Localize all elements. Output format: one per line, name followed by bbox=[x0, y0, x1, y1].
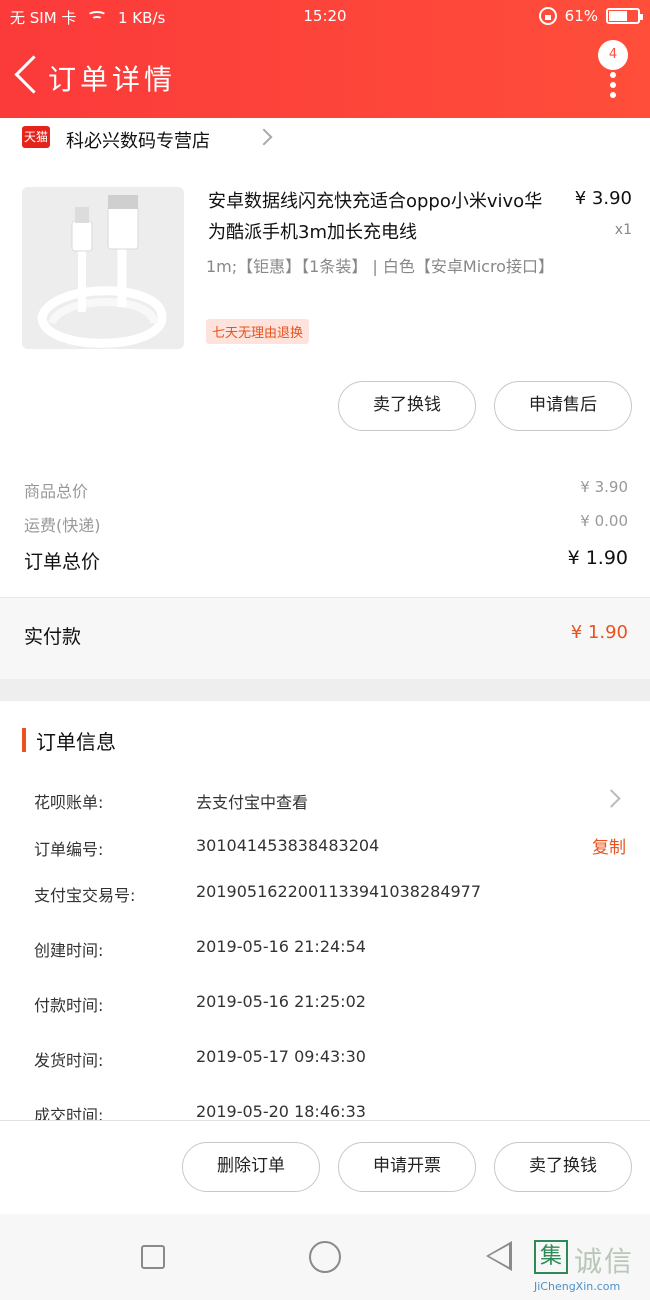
copy-button[interactable]: 复制 bbox=[592, 833, 626, 858]
shipped-time-value: 2019-05-17 09:43:30 bbox=[196, 1047, 366, 1066]
goods-total-label: 商品总价 bbox=[24, 482, 89, 501]
huabei-label: 花呗账单: bbox=[34, 793, 104, 812]
paid-amount-row: 实付款 ¥ 1.90 bbox=[0, 597, 650, 679]
shipping-value: ¥ 0.00 bbox=[580, 512, 628, 530]
created-time-value: 2019-05-16 21:24:54 bbox=[196, 937, 366, 956]
recent-apps-icon[interactable] bbox=[141, 1245, 165, 1269]
sell-exchange-bottom-button[interactable]: 卖了换钱 bbox=[494, 1142, 632, 1192]
battery-icon bbox=[606, 8, 643, 24]
app-header: 无 SIM 卡 1 KB/s 15:20 61% 订单详情 4 bbox=[0, 0, 650, 118]
order-number-value: 301041453838483204 bbox=[196, 836, 380, 855]
paid-time-value: 2019-05-16 21:25:02 bbox=[196, 992, 366, 1011]
alipay-trade-label: 支付宝交易号: bbox=[34, 886, 136, 905]
watermark-text: 诚信 bbox=[574, 1245, 635, 1278]
huabei-value[interactable]: 去支付宝中查看 bbox=[196, 789, 308, 813]
product-quantity: x1 bbox=[614, 222, 632, 238]
tmall-icon: 天猫 bbox=[22, 126, 50, 148]
rotation-lock-icon bbox=[538, 7, 557, 25]
order-total-value: ¥ 1.90 bbox=[567, 547, 628, 569]
battery-percent: 61% bbox=[564, 7, 598, 25]
usb-cable-illustration bbox=[22, 187, 184, 349]
section-divider bbox=[0, 679, 650, 701]
home-icon[interactable] bbox=[309, 1241, 341, 1273]
paid-value: ¥ 1.90 bbox=[570, 622, 628, 643]
product-title[interactable]: 安卓数据线闪充快充适合oppo小米vivo华为酷派手机3m加长充电线 bbox=[208, 186, 558, 248]
back-arrow-icon[interactable] bbox=[12, 56, 42, 94]
order-number-label: 订单编号: bbox=[34, 840, 104, 859]
back-triangle-icon[interactable] bbox=[486, 1241, 512, 1271]
shipped-time-label: 发货时间: bbox=[34, 1051, 104, 1070]
status-bar: 无 SIM 卡 1 KB/s 15:20 61% bbox=[0, 0, 650, 34]
goods-total-value: ¥ 3.90 bbox=[580, 478, 628, 496]
chevron-right-icon bbox=[255, 128, 273, 146]
bottom-action-bar: 删除订单 申请开票 卖了换钱 bbox=[0, 1120, 650, 1214]
return-policy-tag: 七天无理由退换 bbox=[206, 319, 310, 344]
order-total-label: 订单总价 bbox=[24, 551, 101, 573]
alipay-trade-value: 2019051622001133941038284977 bbox=[196, 882, 482, 901]
order-info-title: 订单信息 bbox=[36, 730, 116, 754]
system-nav-bar: 集 诚信 JiChengXin.com bbox=[0, 1214, 650, 1300]
shop-row[interactable]: 天猫 科必兴数码专营店 bbox=[0, 118, 650, 160]
more-menu-button[interactable]: 4 bbox=[596, 40, 630, 100]
after-sale-button[interactable]: 申请售后 bbox=[494, 381, 632, 431]
paid-label: 实付款 bbox=[24, 626, 82, 648]
more-dots-icon bbox=[610, 72, 616, 98]
battery-fill bbox=[609, 11, 628, 21]
request-invoice-button[interactable]: 申请开票 bbox=[338, 1142, 476, 1192]
created-time-label: 创建时间: bbox=[34, 941, 104, 960]
message-badge: 4 bbox=[598, 40, 628, 70]
product-price: ¥ 3.90 bbox=[574, 188, 632, 209]
watermark: 集 诚信 JiChengXin.com bbox=[534, 1236, 650, 1296]
watermark-url: JiChengXin.com bbox=[534, 1280, 621, 1293]
watermark-logo: 集 bbox=[534, 1240, 568, 1274]
shop-name: 科必兴数码专营店 bbox=[66, 131, 210, 152]
shipping-label: 运费(快递) bbox=[24, 516, 101, 535]
page-title: 订单详情 bbox=[48, 63, 177, 96]
section-accent-bar bbox=[22, 728, 26, 752]
product-spec: 1m;【钜惠】【1条装】 | 白色【安卓Micro接口】 bbox=[206, 257, 554, 276]
chevron-right-icon[interactable] bbox=[602, 789, 621, 808]
sell-exchange-button[interactable]: 卖了换钱 bbox=[338, 381, 476, 431]
delete-order-button[interactable]: 删除订单 bbox=[182, 1142, 320, 1192]
product-image[interactable] bbox=[22, 187, 184, 349]
paid-time-label: 付款时间: bbox=[34, 996, 104, 1015]
completed-time-value: 2019-05-20 18:46:33 bbox=[196, 1102, 366, 1121]
